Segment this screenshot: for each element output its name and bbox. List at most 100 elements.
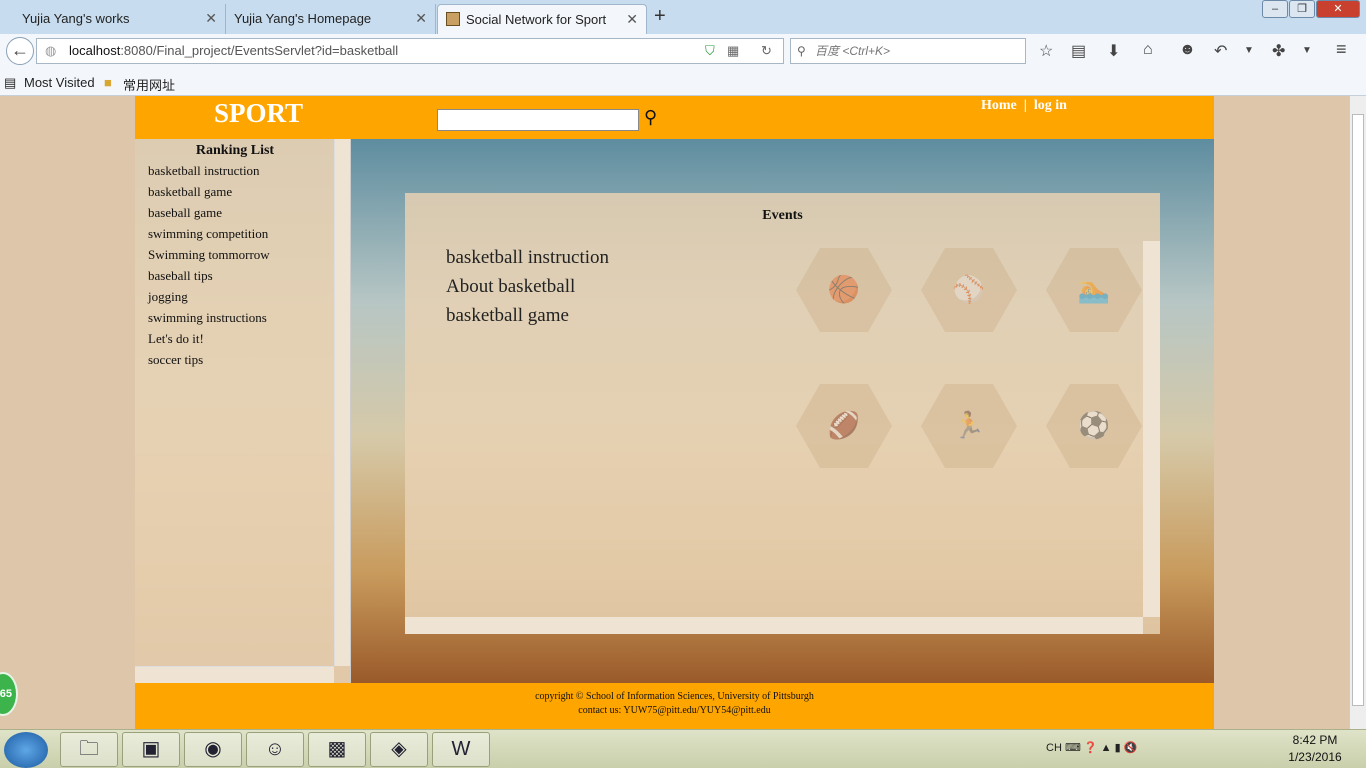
ranking-item[interactable]: Let's do it! — [148, 331, 204, 347]
system-clock[interactable]: 8:42 PM 1/23/2016 — [1280, 732, 1350, 766]
ranking-item[interactable]: soccer tips — [148, 352, 203, 368]
shield-icon[interactable]: ⛉ — [705, 39, 715, 63]
event-link[interactable]: basketball game — [446, 305, 569, 327]
close-icon[interactable]: ✕ — [626, 11, 638, 28]
site-search-input[interactable] — [437, 109, 639, 131]
menu-icon[interactable]: ≡ — [1336, 39, 1347, 60]
tab-label: Social Network for Sport — [466, 12, 607, 27]
tab-social-network-sport[interactable]: Social Network for Sport ✕ — [437, 4, 647, 34]
plus-icon[interactable]: + — [654, 5, 666, 28]
login-link[interactable]: log in — [1034, 98, 1067, 113]
home-icon[interactable]: ⌂ — [1143, 41, 1153, 59]
url-path: :8080/Final_project/EventsServlet?id=bas… — [120, 43, 399, 58]
maximize-button[interactable]: ❐ — [1289, 0, 1315, 18]
page-viewport: SPORT ⚲ Home | log in Ranking List baske… — [0, 96, 1349, 729]
bookmarks-toolbar: ▤ Most Visited ■ 常用网址 — [0, 68, 1366, 96]
bookmark-folder-icon: ▤ — [4, 75, 17, 90]
site-footer: copyright © School of Information Scienc… — [135, 683, 1214, 729]
sidebar-vertical-scrollbar[interactable] — [334, 139, 350, 666]
navigation-toolbar: ← ◍ localhost:8080/Final_project/EventsS… — [0, 34, 1366, 68]
chevron-down-icon[interactable]: ▼ — [1244, 45, 1254, 56]
event-link[interactable]: About basketball — [446, 276, 575, 298]
sidebar-horizontal-scrollbar[interactable] — [135, 666, 334, 683]
scrollbar-thumb[interactable] — [1352, 114, 1364, 706]
swimming-icon[interactable]: 🏊 — [1046, 248, 1142, 332]
event-link[interactable]: basketball instruction — [446, 247, 609, 269]
football-icon[interactable]: 🏈 — [796, 384, 892, 468]
ranking-item[interactable]: baseball game — [148, 205, 222, 221]
events-horizontal-scrollbar[interactable] — [405, 617, 1143, 634]
chevron-down-icon[interactable]: ▼ — [1302, 45, 1312, 56]
ranking-item[interactable]: baseball tips — [148, 268, 213, 284]
system-tray: CH ⌨ ❓ ▲ ▮ 🔇 — [1046, 741, 1137, 754]
footer-contact: contact us: YUW75@pitt.edu/YUY54@pitt.ed… — [578, 705, 771, 716]
ranking-item[interactable]: basketball instruction — [148, 163, 260, 179]
reading-list-icon[interactable]: ▤ — [1071, 41, 1086, 61]
nav-separator: | — [1023, 98, 1027, 113]
clock-time: 8:42 PM — [1292, 733, 1338, 747]
home-link[interactable]: Home — [981, 98, 1017, 113]
calculator-icon[interactable]: ▣ — [122, 732, 180, 767]
ranking-item[interactable]: basketball game — [148, 184, 232, 200]
ranking-sidebar: Ranking List basketball instruction bask… — [135, 139, 351, 683]
ranking-item[interactable]: Swimming tommorrow — [148, 247, 270, 263]
baseball-icon[interactable]: ⚾ — [921, 248, 1017, 332]
photoshop-icon[interactable]: ▩ — [308, 732, 366, 767]
tab-label: Yujia Yang's Homepage — [234, 11, 372, 26]
bookmark-common-sites[interactable]: 常用网址 — [123, 75, 175, 94]
tab-yujia-works[interactable]: Yujia Yang's works ✕ — [0, 4, 226, 34]
start-button[interactable] — [4, 732, 48, 768]
ranking-item[interactable]: swimming instructions — [148, 310, 267, 326]
mascot-app-icon[interactable]: ☺ — [246, 732, 304, 767]
folder-icon: ■ — [104, 75, 112, 90]
virtualbox-icon[interactable]: ◈ — [370, 732, 428, 767]
reload-icon[interactable]: ↻ — [761, 39, 772, 63]
top-nav: Home | log in — [981, 98, 1067, 114]
footer-copyright: copyright © School of Information Scienc… — [535, 691, 814, 702]
url-host: localhost — [69, 43, 121, 58]
back-button[interactable]: ← — [6, 37, 34, 65]
undo-icon[interactable]: ↶ — [1214, 41, 1227, 61]
bookmark-star-icon[interactable]: ☆ — [1039, 41, 1053, 61]
basketball-icon[interactable]: 🏀 — [796, 248, 892, 332]
site-favicon-icon — [446, 12, 460, 26]
extension-icon[interactable]: ✤ — [1272, 41, 1285, 61]
close-icon[interactable]: ✕ — [415, 10, 427, 27]
keyboard-icon[interactable]: ⌨ — [1065, 742, 1081, 754]
bookmark-most-visited[interactable]: Most Visited — [24, 75, 95, 90]
language-indicator[interactable]: CH — [1046, 742, 1062, 754]
tab-label: Yujia Yang's works — [22, 11, 130, 26]
address-bar[interactable]: ◍ localhost:8080/Final_project/EventsSer… — [36, 38, 784, 64]
ranking-title: Ranking List — [195, 143, 275, 158]
tab-yujia-homepage[interactable]: Yujia Yang's Homepage ✕ — [226, 4, 436, 34]
search-engine-input[interactable]: ⚲ 百度 <Ctrl+K> — [790, 38, 1026, 64]
ranking-item[interactable]: jogging — [148, 289, 188, 305]
page-vertical-scrollbar[interactable] — [1349, 96, 1366, 729]
running-icon[interactable]: 🏃 — [921, 384, 1017, 468]
window-close-button[interactable]: ✕ — [1316, 0, 1360, 18]
clock-date: 1/23/2016 — [1288, 750, 1342, 764]
ranking-item[interactable]: swimming competition — [148, 226, 268, 242]
tab-strip: Yujia Yang's works ✕ Yujia Yang's Homepa… — [0, 0, 1366, 34]
search-placeholder: 百度 <Ctrl+K> — [815, 44, 891, 58]
word-icon[interactable]: W — [432, 732, 490, 767]
chevron-up-icon[interactable]: ▲ — [1101, 742, 1112, 754]
site-logo: SPORT — [214, 98, 304, 128]
file-explorer-icon[interactable]: 🗀 — [60, 732, 118, 767]
download-icon[interactable]: ⬇ — [1107, 41, 1120, 61]
volume-muted-icon[interactable]: 🔇 — [1124, 742, 1138, 754]
events-vertical-scrollbar[interactable] — [1143, 241, 1160, 617]
site-header: SPORT ⚲ Home | log in — [135, 96, 1214, 139]
network-icon[interactable]: ▮ — [1115, 742, 1121, 754]
search-icon[interactable]: ⚲ — [644, 107, 657, 128]
globe-icon: ◍ — [45, 43, 57, 58]
site-container: SPORT ⚲ Home | log in Ranking List baske… — [135, 96, 1214, 729]
minimize-button[interactable]: – — [1262, 0, 1288, 18]
soccer-icon[interactable]: ⚽ — [1046, 384, 1142, 468]
firefox-icon[interactable]: ◉ — [184, 732, 242, 767]
help-icon[interactable]: ❓ — [1084, 742, 1098, 754]
qrcode-icon[interactable]: ▦ — [727, 39, 739, 63]
close-icon[interactable]: ✕ — [205, 10, 217, 27]
windows-taskbar: 🗀 ▣ ◉ ☺ ▩ ◈ W CH ⌨ ❓ ▲ ▮ 🔇 8:42 PM 1/23/… — [0, 729, 1366, 768]
chat-icon[interactable]: ☻ — [1179, 41, 1196, 59]
